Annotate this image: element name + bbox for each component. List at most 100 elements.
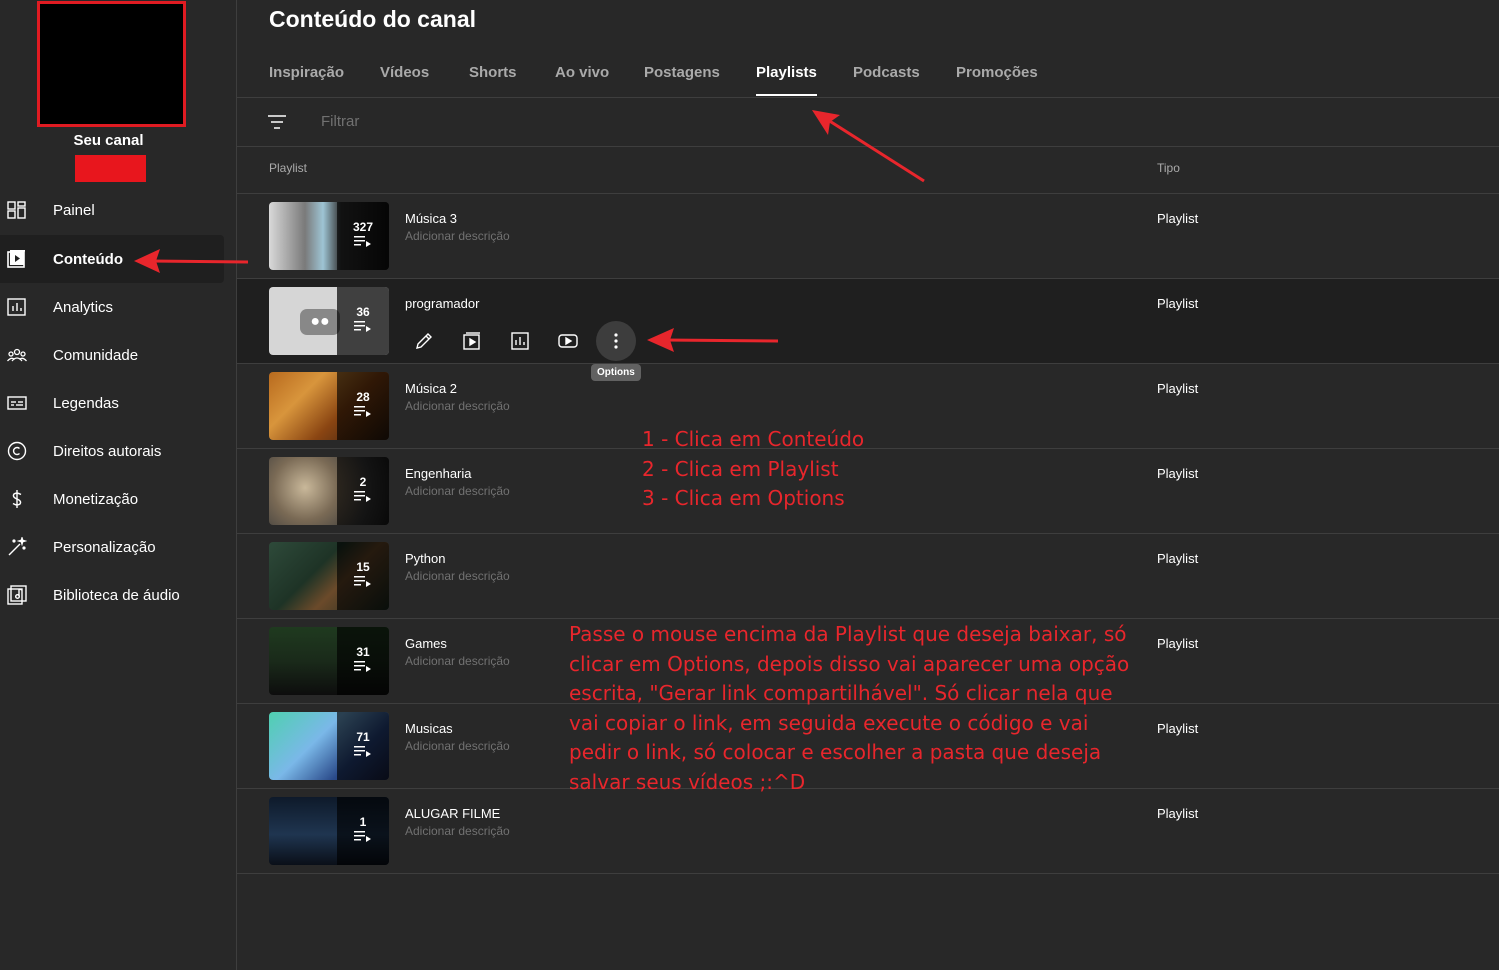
playlist-title[interactable]: programador bbox=[405, 296, 479, 311]
playlist-icon bbox=[354, 659, 372, 677]
playlist-icon bbox=[354, 829, 372, 847]
sidebar-item-analytics[interactable]: Analytics bbox=[0, 283, 224, 331]
playlist-thumbnail[interactable]: 31 bbox=[269, 627, 389, 695]
community-icon bbox=[7, 345, 27, 365]
table-row[interactable]: 327 Música 3 Adicionar descrição Playlis… bbox=[237, 194, 1499, 279]
playlist-icon bbox=[354, 319, 372, 337]
edit-pencil-icon[interactable] bbox=[404, 321, 444, 361]
analytics-icon[interactable] bbox=[500, 321, 540, 361]
sidebar-item-label: Comunidade bbox=[53, 346, 139, 364]
playlist-title[interactable]: ALUGAR FILME bbox=[405, 806, 500, 821]
playlist-type: Playlist bbox=[1157, 636, 1199, 651]
playlist-icon bbox=[354, 489, 372, 507]
annotation-step: 2 - Clica em Playlist bbox=[642, 456, 839, 481]
video-count: 327 bbox=[352, 220, 374, 234]
annotation-note: Passe o mouse encima da Playlist que des… bbox=[569, 620, 1129, 797]
tab-playlists[interactable]: Playlists bbox=[756, 64, 817, 96]
filter-input[interactable]: Filtrar bbox=[321, 113, 359, 130]
sidebar-item-direitos-autorais[interactable]: Direitos autorais bbox=[0, 427, 224, 475]
annotation-steps: 1 - Clica em Conteúdo 2 - Clica em Playl… bbox=[642, 425, 864, 514]
table-row[interactable]: ●● 36 programador Options Playlist bbox=[237, 279, 1499, 381]
playlist-thumbnail[interactable]: 1 bbox=[269, 797, 389, 865]
table-row[interactable]: 1 ALUGAR FILME Adicionar descrição Playl… bbox=[237, 789, 1499, 874]
thumbnail-overlay: 2 bbox=[337, 457, 389, 525]
page-title: Conteúdo do canal bbox=[269, 6, 476, 32]
playlist-description[interactable]: Adicionar descrição bbox=[405, 484, 510, 498]
tab-podcasts[interactable]: Podcasts bbox=[853, 64, 920, 81]
playlist-description[interactable]: Adicionar descrição bbox=[405, 824, 510, 838]
video-placeholder-icon: ●● bbox=[300, 309, 340, 335]
column-header-playlist[interactable]: Playlist bbox=[269, 161, 307, 175]
sidebar-item-legendas[interactable]: Legendas bbox=[0, 379, 224, 427]
annotation-note-line: salvar seus vídeos ;:^D bbox=[569, 769, 806, 794]
annotation-note-line: Passe o mouse encima da Playlist que des… bbox=[569, 622, 1127, 646]
playlist-type: Playlist bbox=[1157, 381, 1199, 396]
playlist-title[interactable]: Música 2 bbox=[405, 381, 457, 396]
table-row[interactable]: 15 Python Adicionar descrição Playlist bbox=[237, 534, 1499, 619]
thumbnail-overlay: 28 bbox=[337, 372, 389, 440]
playlist-description[interactable]: Adicionar descrição bbox=[405, 569, 510, 583]
tab-shorts[interactable]: Shorts bbox=[469, 64, 517, 81]
playlist-description[interactable]: Adicionar descrição bbox=[405, 229, 510, 243]
playlist-thumbnail[interactable]: 327 bbox=[269, 202, 389, 270]
sidebar-item-monetizacao[interactable]: Monetização bbox=[0, 475, 224, 523]
playlist-thumbnail[interactable]: 28 bbox=[269, 372, 389, 440]
filter-icon[interactable] bbox=[267, 113, 287, 136]
main-content: Conteúdo do canal Inspiração Vídeos Shor… bbox=[237, 0, 1499, 970]
sidebar-item-comunidade[interactable]: Comunidade bbox=[0, 331, 224, 379]
column-header-type[interactable]: Tipo bbox=[1157, 161, 1180, 175]
copyright-icon bbox=[7, 441, 27, 461]
dashboard-icon bbox=[7, 200, 27, 220]
sidebar-item-label: Biblioteca de áudio bbox=[53, 586, 180, 604]
playlist-title[interactable]: Musicas bbox=[405, 721, 453, 736]
playlist-icon bbox=[354, 574, 372, 592]
tab-inspiracao[interactable]: Inspiração bbox=[269, 64, 344, 81]
playlist-thumbnail[interactable]: ●● 36 bbox=[269, 287, 389, 355]
youtube-play-icon[interactable] bbox=[548, 321, 588, 361]
playlist-description[interactable]: Adicionar descrição bbox=[405, 399, 510, 413]
sidebar-item-biblioteca-audio[interactable]: Biblioteca de áudio bbox=[0, 571, 224, 619]
tab-ao-vivo[interactable]: Ao vivo bbox=[555, 64, 609, 81]
tab-playlists-label: Playlists bbox=[756, 64, 817, 81]
magic-wand-icon bbox=[7, 537, 27, 557]
playlist-type: Playlist bbox=[1157, 551, 1199, 566]
content-icon bbox=[7, 249, 27, 269]
table-row[interactable]: 2 Engenharia Adicionar descrição Playlis… bbox=[237, 449, 1499, 534]
playlist-type: Playlist bbox=[1157, 806, 1199, 821]
playlist-type: Playlist bbox=[1157, 721, 1199, 736]
annotation-step: 1 - Clica em Conteúdo bbox=[642, 427, 865, 451]
divider bbox=[237, 97, 1499, 98]
sidebar-item-label: Conteúdo bbox=[53, 250, 123, 268]
annotation-note-line: escrita, "Gerar link compartilhável". Só… bbox=[569, 681, 1113, 705]
tab-postagens[interactable]: Postagens bbox=[644, 64, 720, 81]
playlist-description[interactable]: Adicionar descrição bbox=[405, 739, 510, 753]
thumbnail-overlay: 36 bbox=[337, 287, 389, 355]
video-count: 15 bbox=[356, 560, 370, 574]
video-count: 1 bbox=[359, 815, 367, 829]
content-details-icon[interactable] bbox=[452, 321, 492, 361]
playlist-title[interactable]: Games bbox=[405, 636, 447, 651]
playlist-icon bbox=[354, 404, 372, 422]
playlist-title[interactable]: Python bbox=[405, 551, 445, 566]
playlist-thumbnail[interactable]: 2 bbox=[269, 457, 389, 525]
playlist-title[interactable]: Música 3 bbox=[405, 211, 457, 226]
playlist-description[interactable]: Adicionar descrição bbox=[405, 654, 510, 668]
video-count: 31 bbox=[356, 645, 370, 659]
playlist-thumbnail[interactable]: 15 bbox=[269, 542, 389, 610]
video-count: 71 bbox=[356, 730, 370, 744]
analytics-icon bbox=[7, 297, 27, 317]
thumbnail-overlay: 1 bbox=[337, 797, 389, 865]
channel-name-redacted bbox=[75, 155, 146, 182]
video-count: 36 bbox=[356, 305, 370, 319]
playlist-title[interactable]: Engenharia bbox=[405, 466, 472, 481]
active-tab-indicator bbox=[756, 94, 817, 96]
playlist-thumbnail[interactable]: 71 bbox=[269, 712, 389, 780]
sidebar-item-painel[interactable]: Painel bbox=[0, 186, 224, 234]
tab-videos[interactable]: Vídeos bbox=[380, 64, 429, 81]
sidebar-item-conteudo[interactable]: Conteúdo bbox=[0, 235, 224, 283]
table-row[interactable]: 28 Música 2 Adicionar descrição Playlist bbox=[237, 364, 1499, 449]
more-vert-icon[interactable] bbox=[596, 321, 636, 361]
tab-promocoes[interactable]: Promoções bbox=[956, 64, 1038, 81]
channel-avatar[interactable] bbox=[37, 1, 186, 127]
sidebar-item-personalizacao[interactable]: Personalização bbox=[0, 523, 224, 571]
